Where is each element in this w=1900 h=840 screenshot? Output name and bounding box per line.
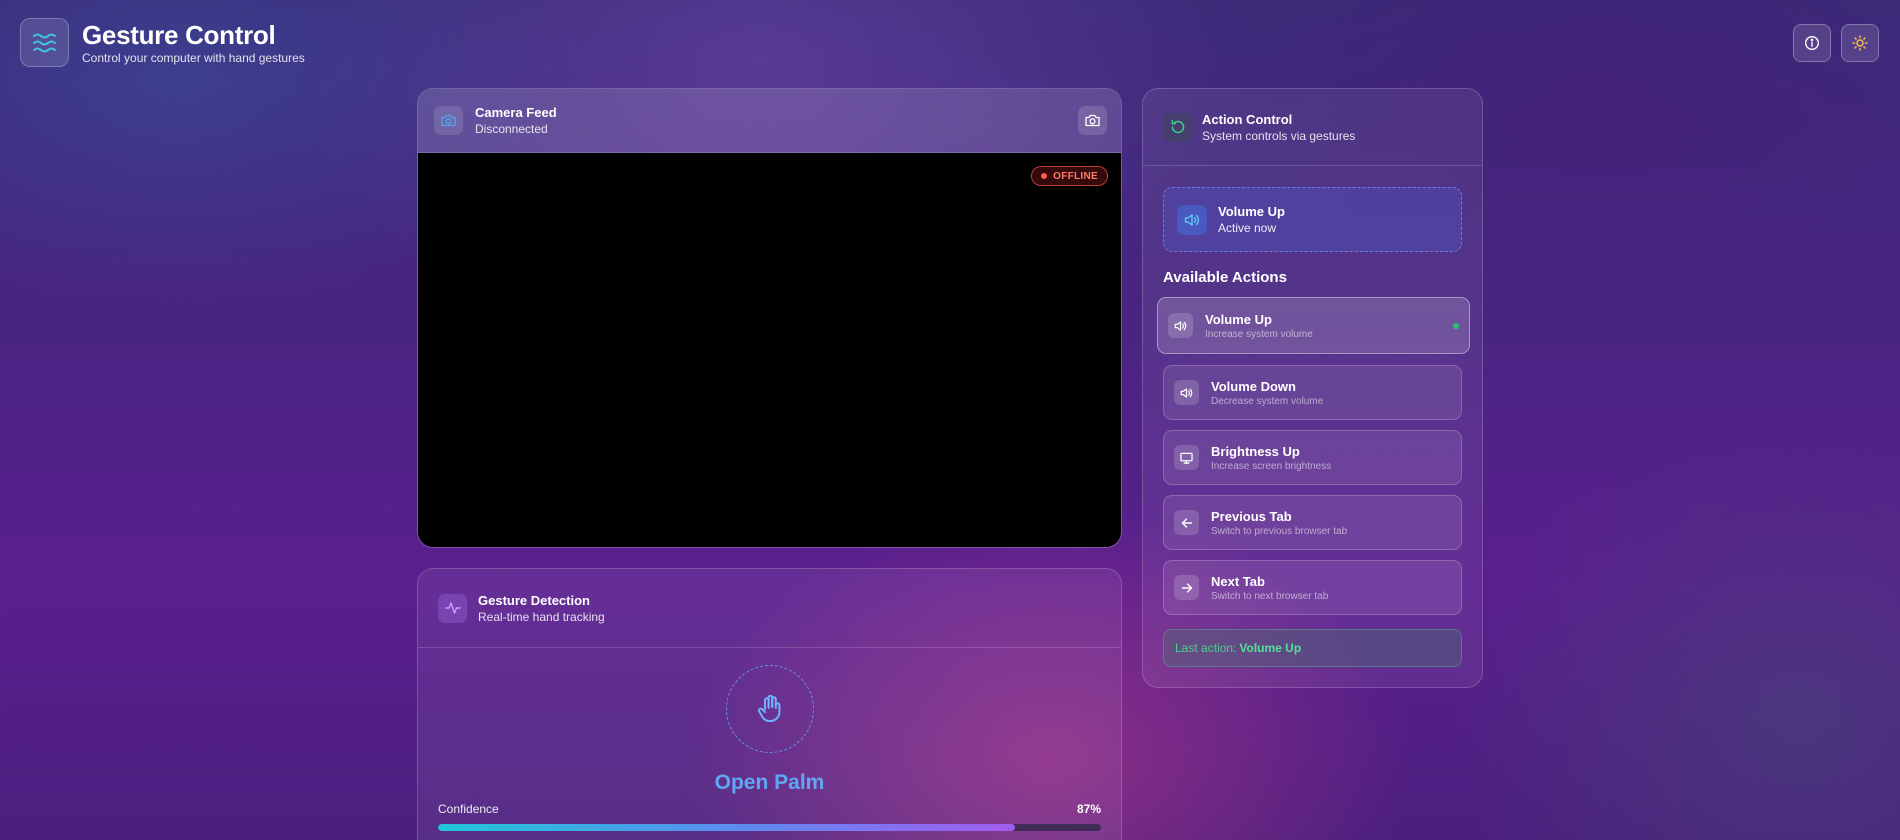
action-item-volume-up[interactable]: Volume Up Increase system volume (1157, 297, 1470, 354)
monitor-icon (1180, 452, 1193, 464)
gesture-indicator (726, 665, 814, 753)
info-button[interactable] (1793, 24, 1831, 62)
active-action-card: Volume Up Active now (1163, 187, 1462, 252)
action-description: Decrease system volume (1211, 395, 1324, 407)
arrow-right-icon (1181, 582, 1193, 594)
app-header: Gesture Control Control your computer wi… (20, 18, 305, 67)
camera-video-area: OFFLINE (418, 153, 1121, 547)
action-description: Increase system volume (1205, 328, 1313, 340)
action-icon-box (1168, 313, 1193, 338)
action-item-previous-tab[interactable]: Previous Tab Switch to previous browser … (1163, 495, 1462, 550)
action-description: Increase screen brightness (1211, 460, 1332, 472)
camera-toggle-button[interactable] (1078, 106, 1107, 135)
gesture-detection-panel: Gesture Detection Real-time hand trackin… (417, 568, 1122, 840)
volume-icon (1180, 387, 1193, 399)
action-item-next-tab[interactable]: Next Tab Switch to next browser tab (1163, 560, 1462, 615)
action-title: Volume Up (1205, 311, 1272, 327)
theme-toggle-button[interactable] (1841, 24, 1879, 62)
header-actions (1793, 24, 1879, 62)
volume-icon (1184, 213, 1200, 227)
gesture-detection-header: Gesture Detection Real-time hand trackin… (418, 569, 1121, 648)
status-dot (1041, 173, 1048, 179)
camera-icon (441, 114, 456, 127)
confidence-bar-fill (438, 824, 1015, 831)
action-description: Switch to next browser tab (1211, 590, 1329, 602)
offline-label: OFFLINE (1053, 170, 1098, 182)
gesture-detection-subtitle: Real-time hand tracking (478, 609, 605, 624)
camera-feed-icon-box (434, 106, 463, 135)
camera-feed-panel: Camera Feed Disconnected OFFLINE (417, 88, 1122, 548)
activity-icon (444, 601, 461, 615)
volume-icon (1174, 320, 1187, 332)
offline-badge: OFFLINE (1031, 166, 1108, 186)
app-subtitle: Control your computer with hand gestures (82, 51, 305, 65)
action-icon-box (1174, 380, 1199, 405)
arrow-left-icon (1181, 517, 1193, 529)
confidence-bar (438, 824, 1101, 831)
refresh-icon (1170, 119, 1186, 135)
camera-icon (1085, 114, 1100, 127)
last-action-status: Last action: Volume Up (1163, 629, 1462, 667)
action-icon-box (1163, 112, 1192, 142)
action-title: Previous Tab (1211, 508, 1292, 524)
last-action-label: Last action: (1175, 641, 1237, 655)
action-icon-box (1174, 445, 1199, 470)
gesture-detection-title: Gesture Detection (478, 592, 590, 608)
waves-icon (31, 30, 59, 56)
camera-feed-header: Camera Feed Disconnected (418, 89, 1121, 153)
app-logo (20, 18, 69, 67)
sun-icon (1852, 35, 1868, 51)
action-icon-box (1174, 575, 1199, 600)
action-icon-box (1174, 510, 1199, 535)
action-description: Switch to previous browser tab (1211, 525, 1348, 537)
active-action-title: Volume Up (1218, 204, 1285, 219)
action-title: Brightness Up (1211, 443, 1300, 459)
camera-status: Disconnected (475, 122, 548, 136)
action-control-header: Action Control System controls via gestu… (1143, 89, 1482, 166)
active-action-status: Active now (1218, 221, 1277, 235)
active-action-icon-box (1177, 204, 1207, 235)
available-actions-heading: Available Actions (1163, 269, 1287, 286)
hand-icon (756, 694, 784, 724)
app-title: Gesture Control (82, 20, 276, 50)
detected-gesture-name: Open Palm (714, 771, 825, 794)
camera-feed-title: Camera Feed (475, 105, 557, 120)
active-indicator-dot (1453, 323, 1459, 329)
last-action-value: Volume Up (1239, 641, 1302, 655)
confidence-value: 87% (1076, 802, 1101, 816)
info-icon (1804, 35, 1820, 51)
action-title: Next Tab (1211, 573, 1265, 589)
action-control-subtitle: System controls via gestures (1202, 128, 1356, 143)
action-item-volume-down[interactable]: Volume Down Decrease system volume (1163, 365, 1462, 420)
action-control-panel: Action Control System controls via gestu… (1142, 88, 1483, 688)
action-title: Volume Down (1211, 378, 1296, 394)
confidence-label: Confidence (438, 802, 499, 816)
gesture-icon-box (438, 593, 467, 623)
action-item-brightness-up[interactable]: Brightness Up Increase screen brightness (1163, 430, 1462, 485)
action-control-title: Action Control (1202, 111, 1293, 127)
